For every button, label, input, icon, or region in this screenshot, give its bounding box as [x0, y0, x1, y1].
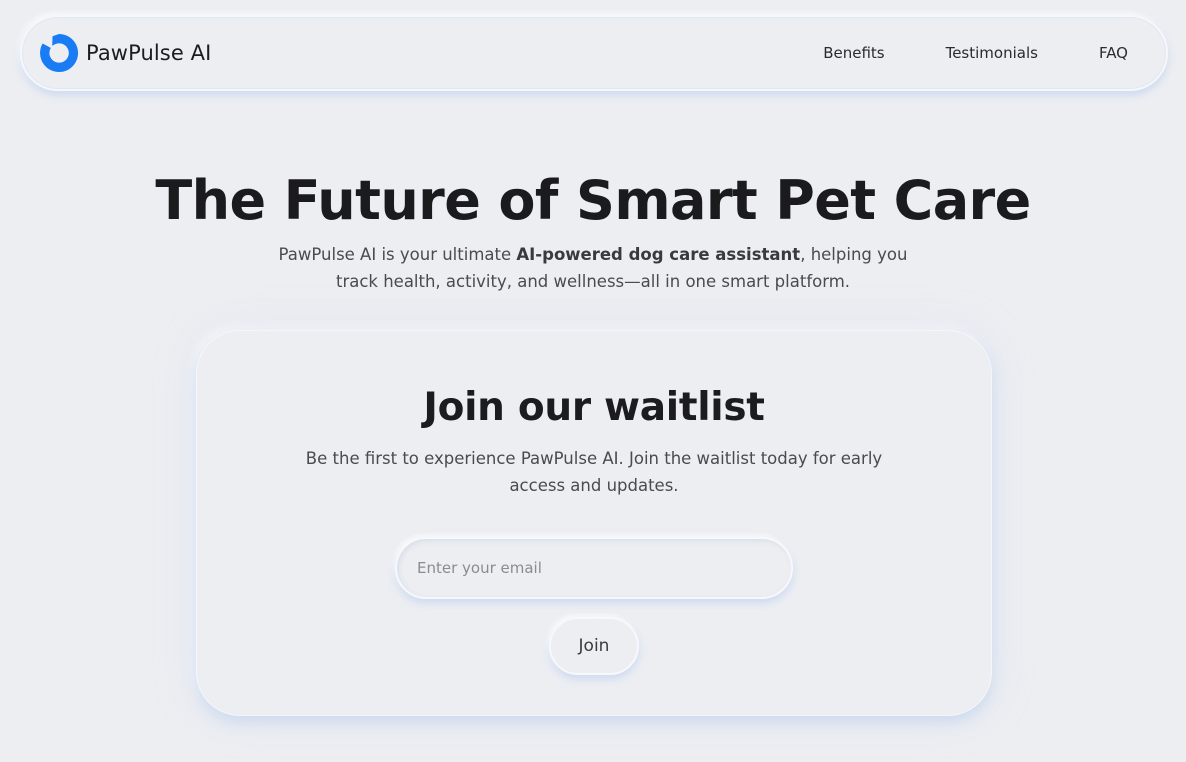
hero-subtitle-start: PawPulse AI is your ultimate — [278, 245, 517, 264]
hero-subtitle: PawPulse AI is your ultimate AI-powered … — [273, 241, 913, 295]
brand-link[interactable]: PawPulse AI — [38, 32, 211, 74]
hero-section: The Future of Smart Pet Care PawPulse AI… — [0, 163, 1186, 295]
waitlist-title: Join our waitlist — [423, 385, 765, 430]
brand-name: PawPulse AI — [86, 41, 212, 65]
nav-link-faq[interactable]: FAQ — [1099, 44, 1128, 62]
waitlist-subtitle: Be the first to experience PawPulse AI. … — [305, 449, 883, 495]
nav-links: Benefits Testimonials FAQ — [823, 44, 1128, 62]
hero-subtitle-highlight: AI-powered dog care assistant — [516, 245, 801, 264]
waitlist-card: Join our waitlist Be the first to experi… — [196, 330, 992, 716]
email-input[interactable] — [395, 537, 793, 599]
navbar: PawPulse AI Benefits Testimonials FAQ — [20, 15, 1168, 91]
join-button[interactable]: Join — [549, 617, 639, 675]
pawpulse-logo-icon — [40, 33, 79, 72]
nav-link-testimonials[interactable]: Testimonials — [946, 44, 1038, 62]
nav-link-benefits[interactable]: Benefits — [823, 44, 884, 62]
hero-title: The Future of Smart Pet Care — [155, 169, 1031, 232]
